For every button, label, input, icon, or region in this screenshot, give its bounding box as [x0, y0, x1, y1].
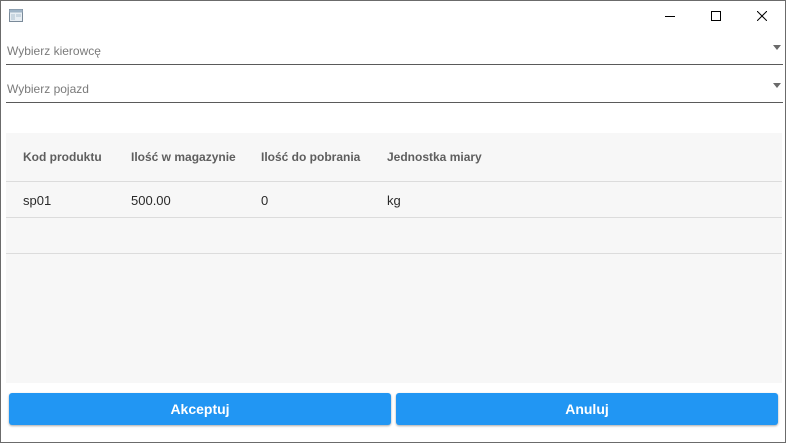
driver-select-placeholder: Wybierz kierowcę: [7, 44, 101, 58]
table-header: Kod produktu Ilość w magazynie Ilość do …: [6, 133, 782, 182]
maximize-button[interactable]: [693, 1, 739, 31]
column-header-stock-quantity[interactable]: Ilość w magazynie: [131, 150, 236, 164]
title-bar: [1, 1, 785, 31]
table-row-empty: [6, 218, 782, 254]
chevron-down-icon: [773, 83, 781, 88]
vehicle-select[interactable]: Wybierz pojazd: [6, 76, 783, 103]
table-row[interactable]: sp01 500.00 0 kg: [6, 182, 782, 218]
products-table: Kod produktu Ilość w magazynie Ilość do …: [6, 133, 782, 383]
accept-button[interactable]: Akceptuj: [9, 393, 391, 425]
cell-product-code: sp01: [23, 193, 52, 208]
minimize-icon: [665, 16, 675, 17]
cell-stock-quantity: 500.00: [131, 193, 171, 208]
cell-pick-quantity[interactable]: 0: [261, 193, 268, 208]
cell-unit: kg: [387, 193, 401, 208]
column-header-unit[interactable]: Jednostka miary: [387, 150, 482, 164]
driver-select[interactable]: Wybierz kierowcę: [6, 38, 783, 65]
close-button[interactable]: [739, 1, 785, 31]
cancel-button[interactable]: Anuluj: [396, 393, 778, 425]
close-icon: [757, 11, 767, 21]
column-header-product-code[interactable]: Kod produktu: [23, 150, 102, 164]
dialog-window: Wybierz kierowcę Wybierz pojazd Kod prod…: [0, 0, 786, 443]
column-header-pick-quantity[interactable]: Ilość do pobrania: [261, 150, 360, 164]
vehicle-select-placeholder: Wybierz pojazd: [7, 82, 89, 96]
chevron-down-icon: [773, 45, 781, 50]
maximize-icon: [711, 11, 721, 21]
window-app-icon: [9, 9, 23, 22]
minimize-button[interactable]: [647, 1, 693, 31]
